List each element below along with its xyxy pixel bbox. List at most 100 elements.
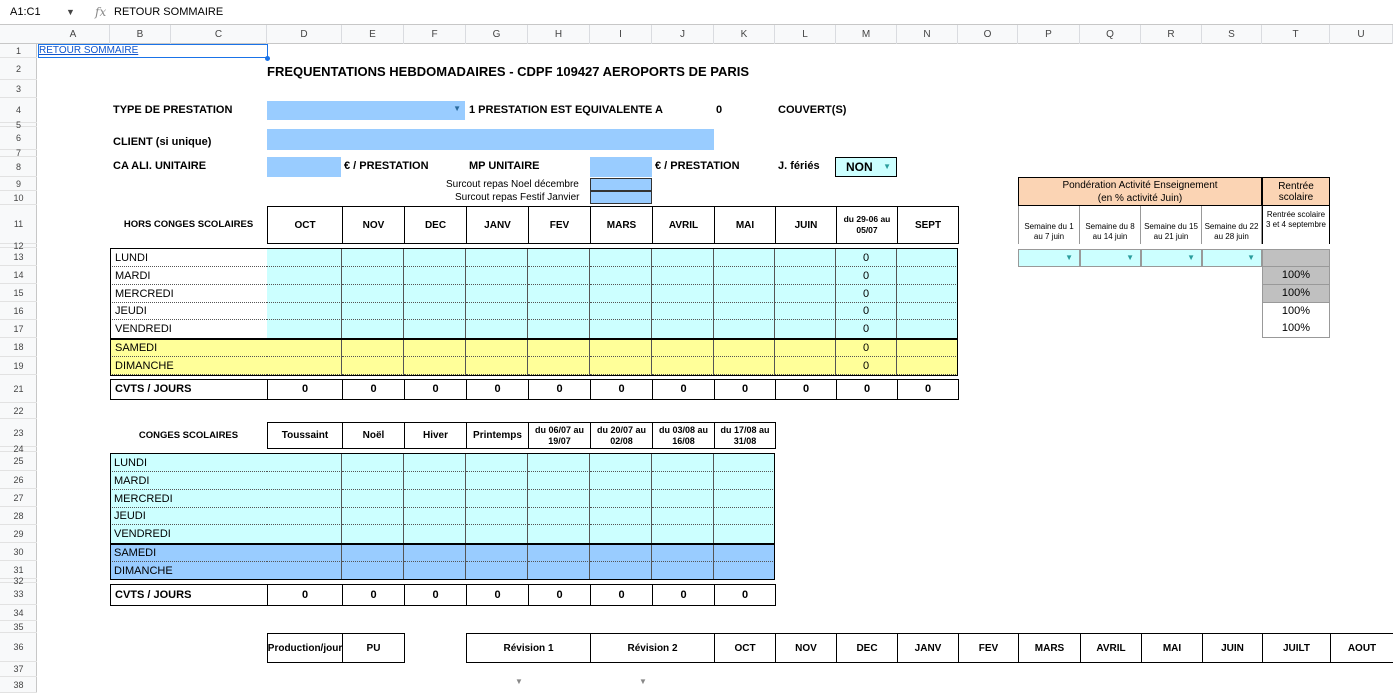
bottom-header: Révision 1 <box>466 633 591 663</box>
percent-cell[interactable]: 100% <box>1262 267 1330 285</box>
bottom-header: JANV <box>897 633 959 663</box>
cvts-jours-label: CVTS / JOURS <box>110 584 268 606</box>
rentree-cell[interactable] <box>1262 249 1330 267</box>
rentree-header: Rentrée scolaire <box>1262 177 1330 206</box>
week-select[interactable]: ▼ <box>1202 249 1262 267</box>
bottom-header: OCT <box>714 633 776 663</box>
ponderation-title: Pondération Activité Enseignement <box>1062 180 1218 191</box>
chevron-down-icon: ▼ <box>453 104 461 113</box>
period-header: Toussaint <box>267 422 343 449</box>
bottom-header: PU <box>342 633 405 663</box>
week-select[interactable]: ▼ <box>1018 249 1080 267</box>
month-header: MAI <box>714 206 776 244</box>
bottom-header: MARS <box>1018 633 1081 663</box>
conges-total: 0 <box>714 584 776 606</box>
bottom-header: JUILT <box>1262 633 1331 663</box>
surcout-noel-input[interactable] <box>590 178 652 191</box>
ca-unitaire-label: CA ALI. UNITAIRE <box>113 160 207 172</box>
percent-cell[interactable]: 100% <box>1262 303 1330 321</box>
chevron-down-icon[interactable]: ▼ <box>515 677 523 686</box>
conges-weekend-border <box>110 543 775 580</box>
surcout-noel-label: Surcout repas Noel décembre <box>446 179 579 190</box>
month-header: SEPT <box>897 206 959 244</box>
chevron-down-icon: ▼ <box>883 162 891 171</box>
hors-total: 0 <box>652 379 715 400</box>
period-header: du 20/07 au 02/08 <box>590 422 653 449</box>
chevron-down-icon: ▼ <box>1065 253 1073 262</box>
per-prestation-label-2: € / PRESTATION <box>655 160 740 172</box>
month-header: JANV <box>466 206 529 244</box>
mp-unitaire-input[interactable] <box>590 157 652 177</box>
bottom-header: NOV <box>775 633 837 663</box>
period-header: du 03/08 au 16/08 <box>652 422 715 449</box>
bottom-header: DEC <box>836 633 898 663</box>
mp-unitaire-label: MP UNITAIRE <box>469 160 540 172</box>
cvts-jours-label: CVTS / JOURS <box>110 379 268 400</box>
period-header: Hiver <box>404 422 467 449</box>
hors-total: 0 <box>466 379 529 400</box>
bottom-header: Révision 2 <box>590 633 715 663</box>
selection-handle[interactable] <box>265 56 270 61</box>
sheet: RETOUR SOMMAIRE FREQUENTATIONS HEBDOMADA… <box>0 0 1393 693</box>
week-header: Semaine du 22 au 28 juin <box>1202 206 1262 244</box>
jferies-select[interactable]: NON ▼ <box>835 157 897 177</box>
ponderation-header: Pondération Activité Enseignement (en % … <box>1018 177 1262 206</box>
month-header: MARS <box>590 206 653 244</box>
client-input[interactable] <box>267 129 714 150</box>
month-header: FEV <box>528 206 591 244</box>
period-header: Printemps <box>466 422 529 449</box>
surcout-festif-label: Surcout repas Festif Janvier <box>455 192 580 203</box>
percent-cell[interactable]: 100% <box>1262 320 1330 338</box>
jferies-label: J. fériés <box>778 160 820 172</box>
conges-total: 0 <box>652 584 715 606</box>
period-header: du 17/08 au 31/08 <box>714 422 776 449</box>
conges-total: 0 <box>342 584 405 606</box>
hors-total: 0 <box>714 379 776 400</box>
conges-header: CONGES SCOLAIRES <box>138 429 239 441</box>
conges-weekday-border <box>110 453 775 544</box>
jferies-value: NON <box>846 160 873 174</box>
weekday-block-border <box>110 248 958 339</box>
conges-total: 0 <box>267 584 343 606</box>
type-prestation-select[interactable]: ▼ <box>267 101 465 120</box>
bottom-header: AOUT <box>1330 633 1393 663</box>
hors-total: 0 <box>775 379 837 400</box>
equivalente-label: 1 PRESTATION EST EQUIVALENTE A <box>469 104 663 116</box>
chevron-down-icon: ▼ <box>1126 253 1134 262</box>
percent-cell[interactable]: 100% <box>1262 285 1330 303</box>
week-header: Semaine du 15 au 21 juin <box>1141 206 1202 244</box>
bottom-header: AVRIL <box>1080 633 1142 663</box>
surcout-festif-input[interactable] <box>590 191 652 204</box>
week-select[interactable]: ▼ <box>1141 249 1202 267</box>
month-header: OCT <box>267 206 343 244</box>
conges-total: 0 <box>590 584 653 606</box>
equivalente-value: 0 <box>716 104 723 116</box>
ponderation-subtitle: (en % activité Juin) <box>1097 193 1183 204</box>
period-header: du 06/07 au 19/07 <box>528 422 591 449</box>
hors-total: 0 <box>836 379 898 400</box>
hors-total: 0 <box>528 379 591 400</box>
type-prestation-label: TYPE DE PRESTATION <box>113 104 233 116</box>
ca-unitaire-input[interactable] <box>267 157 341 177</box>
month-header: du 29-06 au 05/07 <box>836 206 898 244</box>
period-header: Noël <box>342 422 405 449</box>
week-header: Semaine du 8 au 14 juin <box>1080 206 1141 244</box>
month-header: JUIN <box>775 206 837 244</box>
selection-outline <box>38 44 268 58</box>
chevron-down-icon[interactable]: ▼ <box>639 677 647 686</box>
conges-total: 0 <box>528 584 591 606</box>
month-header: NOV <box>342 206 405 244</box>
client-label: CLIENT (si unique) <box>113 136 212 148</box>
hors-total: 0 <box>590 379 653 400</box>
bottom-header: JUIN <box>1202 633 1263 663</box>
week-header: Semaine du 1 au 7 juin <box>1018 206 1080 244</box>
chevron-down-icon: ▼ <box>1247 253 1255 262</box>
bottom-header: FEV <box>958 633 1019 663</box>
month-header: AVRIL <box>652 206 715 244</box>
week-select[interactable]: ▼ <box>1080 249 1141 267</box>
chevron-down-icon: ▼ <box>1187 253 1195 262</box>
hors-conges-header: HORS CONGES SCOLAIRES <box>123 219 254 230</box>
hors-total: 0 <box>342 379 405 400</box>
bottom-header: MAI <box>1141 633 1203 663</box>
month-header: DEC <box>404 206 467 244</box>
